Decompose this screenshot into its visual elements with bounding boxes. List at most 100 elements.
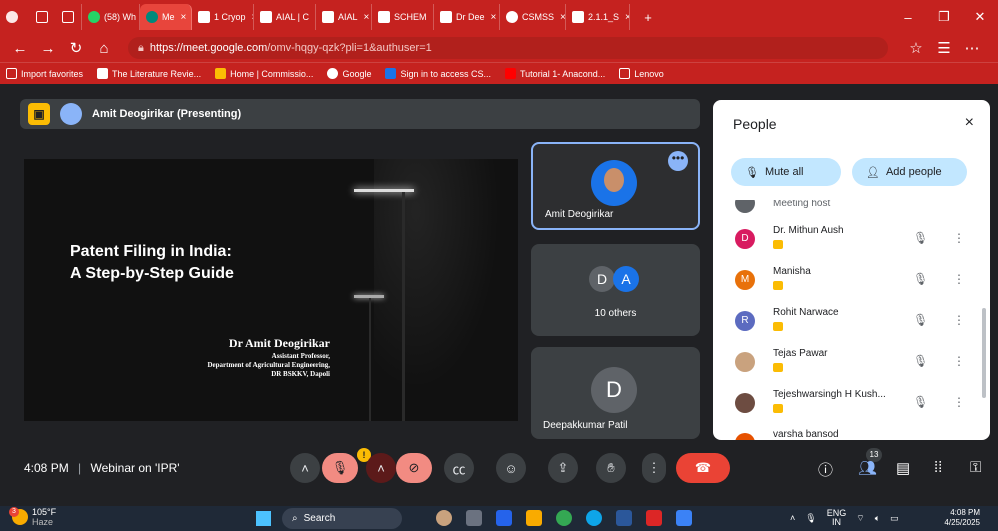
leave-call-button[interactable]: ☎︎	[676, 453, 730, 483]
home-button[interactable]: ⌂	[90, 40, 118, 57]
taskbar-clock[interactable]: 4:08 PM 4/25/2025	[944, 508, 980, 528]
back-button[interactable]: ←	[6, 40, 34, 57]
taskbar-search[interactable]: ⌕ Search	[282, 508, 402, 529]
activities-button[interactable]: ⁞⁞	[934, 459, 942, 476]
chrome-icon[interactable]	[556, 510, 572, 526]
bookmark-tutorial[interactable]: Tutorial 1- Anacond...	[505, 68, 605, 79]
speaker-tile[interactable]: ••• Amit Deogirikar	[531, 142, 700, 230]
url-field[interactable]: 🔒︎ https://meet.google.com/omv-hqgy-qzk?…	[128, 37, 888, 59]
mic-off-icon[interactable]: 🎙︎	[913, 313, 928, 327]
file-explorer-icon[interactable]	[526, 510, 542, 526]
bookmark-import[interactable]: Import favorites	[6, 68, 83, 79]
list-item[interactable]: varsha bansod	[713, 424, 978, 440]
battery-icon[interactable]: ▭	[890, 513, 899, 524]
tab-cryop[interactable]: 1 Cryop×	[192, 4, 254, 30]
others-tile[interactable]: D A 10 others	[531, 244, 700, 336]
video-options-button[interactable]: ˄	[366, 453, 396, 483]
tab-scheme[interactable]: SCHEM×	[372, 4, 434, 30]
bookmark-lenovo[interactable]: Lenovo	[619, 68, 664, 79]
acrobat-icon[interactable]	[646, 510, 662, 526]
more-options-icon[interactable]: •••	[668, 151, 688, 171]
task-view-icon[interactable]	[466, 510, 482, 526]
more-options-icon[interactable]: ⋮	[953, 313, 965, 327]
scrollbar[interactable]	[982, 308, 986, 398]
audio-options-button[interactable]: ˄	[290, 453, 320, 483]
tab-csmss[interactable]: CSMSS ×	[500, 4, 566, 30]
wifi-icon[interactable]: ⌔	[856, 513, 864, 524]
favorites-button[interactable]: ☰	[930, 39, 958, 57]
refresh-button[interactable]: ↻	[62, 39, 90, 57]
presentation-icon[interactable]: ▣	[28, 103, 50, 125]
camera-toggle-button[interactable]: ⊘	[396, 453, 432, 483]
app-icon-teams[interactable]	[496, 510, 512, 526]
bookmark-google[interactable]: Google	[327, 68, 371, 79]
tab-dr-dee[interactable]: Dr Dee ×	[434, 4, 500, 30]
tab-211[interactable]: 2.1.1_S×	[566, 4, 630, 30]
edge-icon[interactable]	[586, 510, 602, 526]
favorites-star-button[interactable]: ☆	[902, 39, 930, 57]
people-button[interactable]: 👥︎	[858, 459, 877, 477]
maximize-button[interactable]: ❐	[926, 9, 962, 25]
mic-off-icon[interactable]: 🎙︎	[913, 231, 928, 245]
chevron-up-icon: ˄	[377, 460, 385, 476]
word-icon[interactable]	[616, 510, 632, 526]
meeting-details-button[interactable]: ⓘ	[818, 459, 833, 480]
more-options-button[interactable]: ⋮	[642, 453, 666, 483]
mic-icon[interactable]: 🎙︎	[805, 513, 816, 524]
profile-avatar[interactable]	[0, 4, 30, 30]
tab-actions-button[interactable]	[56, 4, 82, 30]
chat-button[interactable]: ▤	[896, 459, 910, 477]
tab-meet[interactable]: Me ×	[140, 4, 192, 30]
chevron-up-icon[interactable]: ˄	[790, 513, 795, 523]
list-item[interactable]: Tejas Pawar 🎙︎ ⋮	[713, 343, 978, 383]
weather-widget[interactable]: 3 105°F Haze	[9, 507, 56, 527]
raise-hand-button[interactable]: ✋︎	[596, 453, 626, 483]
participant-tile[interactable]: D Deepakkumar Patil	[531, 347, 700, 439]
volume-icon[interactable]: 🔈︎	[875, 513, 880, 524]
reactions-button[interactable]: ☺	[496, 453, 526, 483]
mic-off-icon[interactable]: 🎙︎	[913, 354, 928, 368]
new-tab-button[interactable]: +	[630, 10, 666, 25]
more-options-icon[interactable]: ⋮	[953, 231, 965, 245]
bookmark-commission[interactable]: Home | Commissio...	[215, 68, 313, 79]
list-item[interactable]: Tejeshwarsingh H Kush... 🎙︎ ⋮	[713, 384, 978, 424]
tab-aial-2[interactable]: AIAL ×	[316, 4, 372, 30]
close-tab-icon[interactable]: ×	[491, 12, 497, 23]
mute-all-button[interactable]: 🎙︎ Mute all	[731, 158, 841, 186]
tab-aial-1[interactable]: AIAL | C×	[254, 4, 316, 30]
bookmark-signin[interactable]: Sign in to access CS...	[385, 68, 491, 79]
list-item[interactable]: D Dr. Mithun Aush 🎙︎ ⋮	[713, 220, 978, 260]
photos-icon[interactable]	[676, 510, 692, 526]
bookmark-literature[interactable]: The Literature Revie...	[97, 68, 201, 79]
close-tab-icon[interactable]: ×	[181, 12, 187, 23]
present-screen-button[interactable]: ⇪	[548, 453, 578, 483]
tab-whatsapp[interactable]: (58) Wh×	[82, 4, 140, 30]
app-icon-widget[interactable]	[436, 510, 452, 526]
list-item[interactable]: M Manisha 🎙︎ ⋮	[713, 261, 978, 301]
more-options-icon[interactable]: ⋮	[953, 272, 965, 286]
close-tab-icon[interactable]: ×	[364, 12, 370, 23]
captions-button[interactable]: ㏄	[444, 453, 474, 483]
workspaces-button[interactable]	[30, 4, 56, 30]
list-item[interactable]: R Rohit Narwace 🎙︎ ⋮	[713, 302, 978, 342]
more-menu-button[interactable]: ⋯	[958, 39, 986, 57]
mic-off-icon[interactable]: 🎙︎	[913, 272, 928, 286]
light-glow	[374, 159, 514, 421]
mic-toggle-button[interactable]: 🎙︎	[322, 453, 358, 483]
close-window-button[interactable]: ✕	[962, 9, 998, 25]
add-people-button[interactable]: 👤︎ Add people	[852, 158, 967, 186]
close-icon[interactable]: ×	[965, 114, 974, 132]
url-domain: https://meet.google.com	[149, 42, 268, 54]
language-indicator[interactable]: ENG IN	[827, 509, 847, 527]
more-options-icon[interactable]: ⋮	[953, 354, 965, 368]
document-icon	[322, 11, 334, 23]
tab-label: AIAL	[338, 12, 358, 22]
windows-start-icon[interactable]	[256, 511, 271, 526]
forward-button[interactable]: →	[34, 40, 62, 57]
minimize-button[interactable]: –	[890, 10, 926, 25]
close-tab-icon[interactable]: ×	[560, 12, 565, 23]
more-options-icon[interactable]: ⋮	[953, 395, 965, 409]
host-controls-button[interactable]: ⚿	[970, 459, 981, 476]
speaker-photo	[591, 160, 637, 206]
mic-off-icon[interactable]: 🎙︎	[913, 395, 928, 409]
